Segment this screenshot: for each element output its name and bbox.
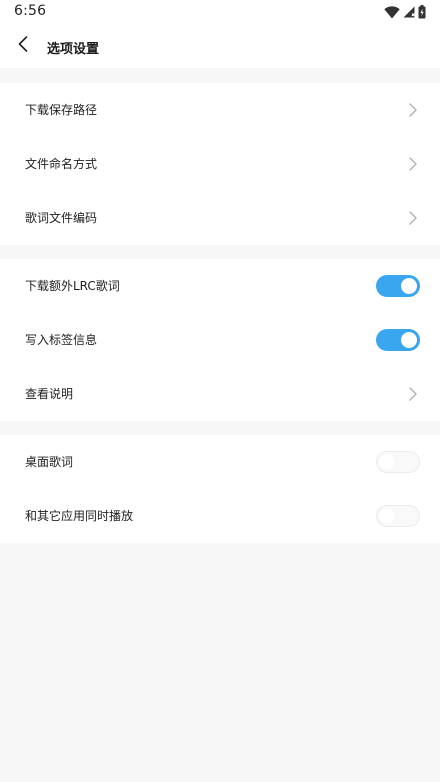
app-bar: 选项设置 xyxy=(0,24,440,68)
setting-row-desktop-lyrics: 桌面歌词 xyxy=(0,435,440,489)
toggle-switch-extra-lrc[interactable] xyxy=(376,275,420,297)
setting-row-play-with-others: 和其它应用同时播放 xyxy=(0,489,440,543)
toggle-switch-write-tags[interactable] xyxy=(376,329,420,351)
toggle-knob xyxy=(379,454,395,470)
chevron-right-icon xyxy=(408,156,418,172)
toggle-knob xyxy=(379,508,395,524)
settings-group-playback: 桌面歌词 和其它应用同时播放 xyxy=(0,435,440,543)
page-title: 选项设置 xyxy=(47,42,100,57)
chevron-left-icon xyxy=(18,36,28,56)
setting-label: 和其它应用同时播放 xyxy=(25,509,134,523)
setting-row-write-tags: 写入标签信息 xyxy=(0,313,440,367)
settings-group-tags: 下载额外LRC歌词 写入标签信息 查看说明 xyxy=(0,259,440,421)
back-button[interactable] xyxy=(10,32,36,60)
setting-label: 桌面歌词 xyxy=(25,455,74,469)
battery-icon xyxy=(418,5,426,19)
toggle-switch-play-with-others[interactable] xyxy=(376,505,420,527)
wifi-icon xyxy=(384,5,400,19)
setting-row-extra-lrc: 下载额外LRC歌词 xyxy=(0,259,440,313)
setting-label: 歌词文件编码 xyxy=(25,211,98,225)
setting-row-view-help[interactable]: 查看说明 xyxy=(0,367,440,421)
setting-label: 写入标签信息 xyxy=(25,333,98,347)
signal-icon xyxy=(403,6,415,18)
setting-row-lyrics-encoding[interactable]: 歌词文件编码 xyxy=(0,191,440,245)
setting-label: 下载保存路径 xyxy=(25,103,98,117)
chevron-right-icon xyxy=(408,386,418,402)
setting-label: 查看说明 xyxy=(25,387,74,401)
toggle-switch-desktop-lyrics[interactable] xyxy=(376,451,420,473)
status-icons xyxy=(384,4,426,20)
status-time: 6:56 xyxy=(14,3,47,19)
status-bar: 6:56 xyxy=(0,0,440,24)
chevron-right-icon xyxy=(408,102,418,118)
toggle-knob xyxy=(401,332,417,348)
toggle-knob xyxy=(401,278,417,294)
setting-label: 文件命名方式 xyxy=(25,157,98,171)
setting-row-file-naming[interactable]: 文件命名方式 xyxy=(0,137,440,191)
chevron-right-icon xyxy=(408,210,418,226)
settings-group-download: 下载保存路径 文件命名方式 歌词文件编码 xyxy=(0,83,440,245)
setting-row-download-path[interactable]: 下载保存路径 xyxy=(0,83,440,137)
setting-label: 下载额外LRC歌词 xyxy=(25,279,120,293)
